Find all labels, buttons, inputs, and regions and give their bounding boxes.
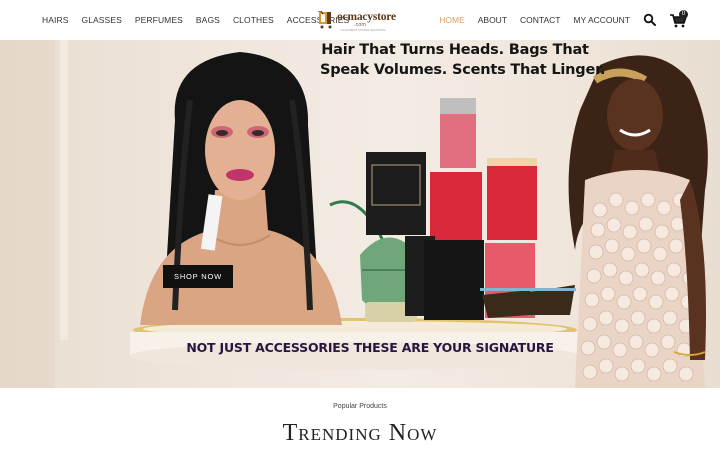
nav-my-account[interactable]: MY ACCOUNT	[573, 15, 630, 25]
hero-headline: Hair That Turns Heads. Bags That Speak V…	[320, 40, 606, 80]
logo-wordmark: ocmacystore	[337, 11, 396, 23]
cart-logo-icon	[318, 11, 332, 29]
nav-contact[interactable]: CONTACT	[520, 15, 560, 25]
hero-headline-line2: Speak Volumes. Scents That Linger.	[320, 62, 606, 78]
nav-perfumes[interactable]: PERFUMES	[135, 15, 183, 25]
hero-image	[0, 40, 708, 388]
site-header: HAIRS GLASSES PERFUMES BAGS CLOTHES ACCE…	[0, 0, 720, 40]
nav-bags[interactable]: BAGS	[196, 15, 220, 25]
nav-clothes[interactable]: CLOTHES	[233, 15, 274, 25]
logo-tagline: YOUR BEST ONLINE SHOPPING	[340, 28, 386, 32]
hero-signature-text: NOT JUST ACCESSORIES THESE ARE YOUR SIGN…	[186, 340, 554, 355]
nav-glasses[interactable]: GLASSES	[81, 15, 121, 25]
hero-banner: Hair That Turns Heads. Bags That Speak V…	[0, 40, 720, 388]
search-icon[interactable]	[643, 13, 657, 27]
section-kicker: Popular Products	[333, 403, 387, 410]
hero-headline-line1: Hair That Turns Heads. Bags That	[321, 42, 589, 58]
primary-nav: HAIRS GLASSES PERFUMES BAGS CLOTHES ACCE…	[42, 0, 362, 40]
nav-about[interactable]: ABOUT	[478, 15, 507, 25]
cart-count-badge: 0	[679, 10, 688, 19]
section-title: Trending Now	[282, 420, 438, 446]
shop-now-button[interactable]: SHOP NOW	[163, 265, 233, 288]
nav-hairs[interactable]: HAIRS	[42, 15, 68, 25]
secondary-nav: HOME ABOUT CONTACT MY ACCOUNT	[426, 0, 630, 40]
nav-home[interactable]: HOME	[439, 15, 465, 25]
site-logo[interactable]: ocmacystore .com YOUR BEST ONLINE SHOPPI…	[318, 9, 396, 33]
